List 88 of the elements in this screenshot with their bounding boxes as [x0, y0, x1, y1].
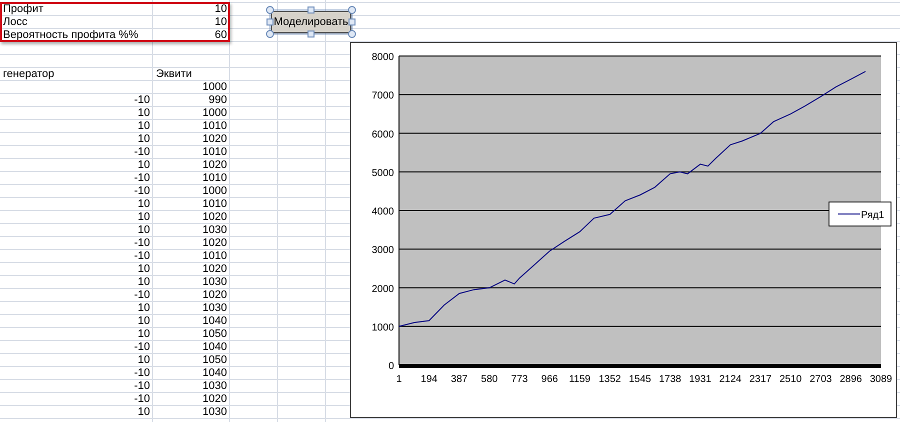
table-cell: 1010 — [202, 120, 227, 133]
table-cell: 1010 — [202, 250, 227, 263]
table-cell: 1030 — [202, 224, 227, 237]
selection-handles-drawing[interactable] — [266, 6, 356, 38]
table-cell: -10 — [134, 185, 150, 198]
table-cell: 1050 — [202, 354, 227, 367]
table-cell: 10 — [138, 276, 150, 289]
legend-label: Ряд1 — [861, 210, 884, 221]
axis-tick-label: 387 — [450, 374, 468, 385]
table-cell: -10 — [134, 94, 150, 107]
table-cell: -10 — [134, 172, 150, 185]
table-cell: 10 — [138, 328, 150, 341]
param-label: Лосс — [3, 16, 28, 29]
axis-tick-label: 1 — [396, 374, 402, 385]
axis-tick-label: 1738 — [659, 374, 682, 385]
table-cell: 1030 — [202, 276, 227, 289]
param-label: Профит — [3, 3, 44, 16]
axis-tick-label: 7000 — [372, 90, 394, 102]
axis-tick-label: 5000 — [372, 168, 394, 179]
table-cell: 1040 — [202, 341, 227, 354]
axis-tick-label: 773 — [511, 374, 528, 385]
table-cell: -10 — [134, 237, 150, 250]
table-cell: 1050 — [202, 328, 227, 341]
table-cell: 10 — [138, 133, 150, 146]
table-cell: -10 — [134, 380, 150, 393]
axis-tick-label: 8000 — [372, 52, 394, 63]
table-cell: 10 — [138, 120, 150, 133]
axis-tick-label: 1931 — [689, 374, 712, 385]
table-cell: 1030 — [202, 406, 227, 419]
table-cell: 1040 — [202, 315, 227, 328]
table-cell: 10 — [138, 263, 150, 276]
table-cell: 10 — [138, 107, 150, 120]
axis-tick-label: 2703 — [810, 374, 832, 385]
table-cell: 1000 — [202, 185, 227, 198]
table-cell: 10 — [138, 224, 150, 237]
axis-tick-label: 2317 — [749, 374, 772, 385]
table-cell: 10 — [138, 211, 150, 224]
axis-tick-label: 3000 — [372, 245, 394, 256]
table-cell: 1020 — [202, 133, 227, 146]
axis-tick-label: 2124 — [719, 374, 742, 385]
column-header: генератор — [3, 68, 54, 81]
table-cell: -10 — [134, 341, 150, 354]
param-value: 60 — [214, 29, 227, 42]
table-cell: 1000 — [202, 107, 227, 120]
table-cell: -10 — [134, 393, 150, 406]
param-label: Вероятность профита %% — [3, 29, 138, 42]
table-cell: -10 — [134, 146, 150, 159]
table-cell: 1020 — [202, 263, 227, 276]
axis-tick-label: 6000 — [372, 129, 394, 140]
table-cell: 1010 — [202, 172, 227, 185]
table-cell: -10 — [134, 250, 150, 263]
axis-tick-label: 2510 — [780, 374, 802, 385]
axis-tick-label: 966 — [541, 374, 558, 385]
table-cell: 1030 — [202, 380, 227, 393]
param-value: 10 — [214, 16, 227, 29]
axis-tick-label: 0 — [388, 361, 394, 372]
table-cell: 1020 — [202, 237, 227, 250]
column-header: Эквити — [156, 68, 192, 81]
table-cell: 1000 — [202, 81, 227, 94]
table-cell: 1020 — [202, 159, 227, 172]
table-cell: 1020 — [202, 211, 227, 224]
axis-tick-label: 3089 — [870, 374, 892, 385]
table-cell: 10 — [138, 302, 150, 315]
axis-tick-label: 2896 — [840, 374, 862, 385]
table-cell: 990 — [208, 94, 227, 107]
axis-tick-label: 580 — [481, 374, 498, 385]
axis-tick-label: 1545 — [628, 374, 652, 385]
param-value: 10 — [214, 3, 227, 16]
table-cell: 10 — [138, 315, 150, 328]
simulate-button[interactable]: Моделировать — [271, 11, 351, 33]
axis-tick-label: 4000 — [372, 206, 394, 218]
axis-tick-label: 194 — [420, 374, 438, 385]
table-cell: 1010 — [202, 146, 227, 159]
table-cell: 1020 — [202, 393, 227, 406]
axis-tick-label: 1352 — [598, 374, 621, 385]
table-cell: 10 — [138, 198, 150, 211]
axis-tick-label: 1000 — [372, 322, 394, 334]
axis-tick-label: 2000 — [372, 284, 394, 295]
table-cell: 1040 — [202, 367, 227, 380]
table-cell: -10 — [134, 289, 150, 302]
table-cell: 10 — [138, 159, 150, 172]
table-cell: 10 — [138, 406, 150, 419]
table-cell: 1010 — [202, 198, 227, 211]
table-cell: -10 — [134, 367, 150, 380]
table-cell: 1020 — [202, 289, 227, 302]
axis-tick-label: 1159 — [569, 374, 590, 385]
table-cell: 1030 — [202, 302, 227, 315]
table-cell: 10 — [138, 354, 150, 367]
